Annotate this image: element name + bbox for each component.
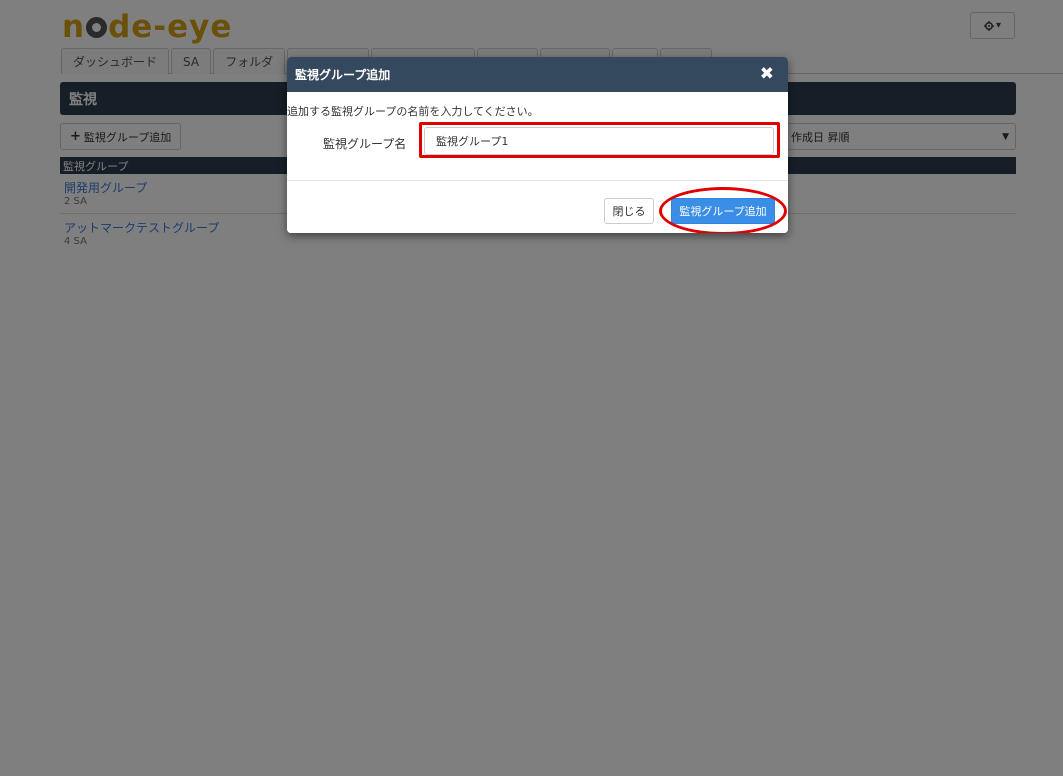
group-name-label: 監視グループ名 — [323, 137, 407, 151]
add-group-modal: 監視グループ追加 ✖ 追加する監視グループの名前を入力してください。 監視グルー… — [287, 57, 788, 233]
group-name-form-row: 監視グループ名 — [287, 122, 788, 158]
group-name-input[interactable] — [424, 127, 774, 155]
modal-header: 監視グループ追加 ✖ — [287, 57, 788, 92]
modal-instruction: 追加する監視グループの名前を入力してください。 — [287, 105, 539, 118]
modal-footer: 閉じる 監視グループ追加 — [287, 180, 788, 233]
modal-title: 監視グループ追加 — [295, 68, 391, 82]
add-group-submit-button[interactable]: 監視グループ追加 — [671, 198, 775, 224]
close-button[interactable]: 閉じる — [604, 198, 654, 224]
close-icon[interactable]: ✖ — [760, 66, 774, 83]
